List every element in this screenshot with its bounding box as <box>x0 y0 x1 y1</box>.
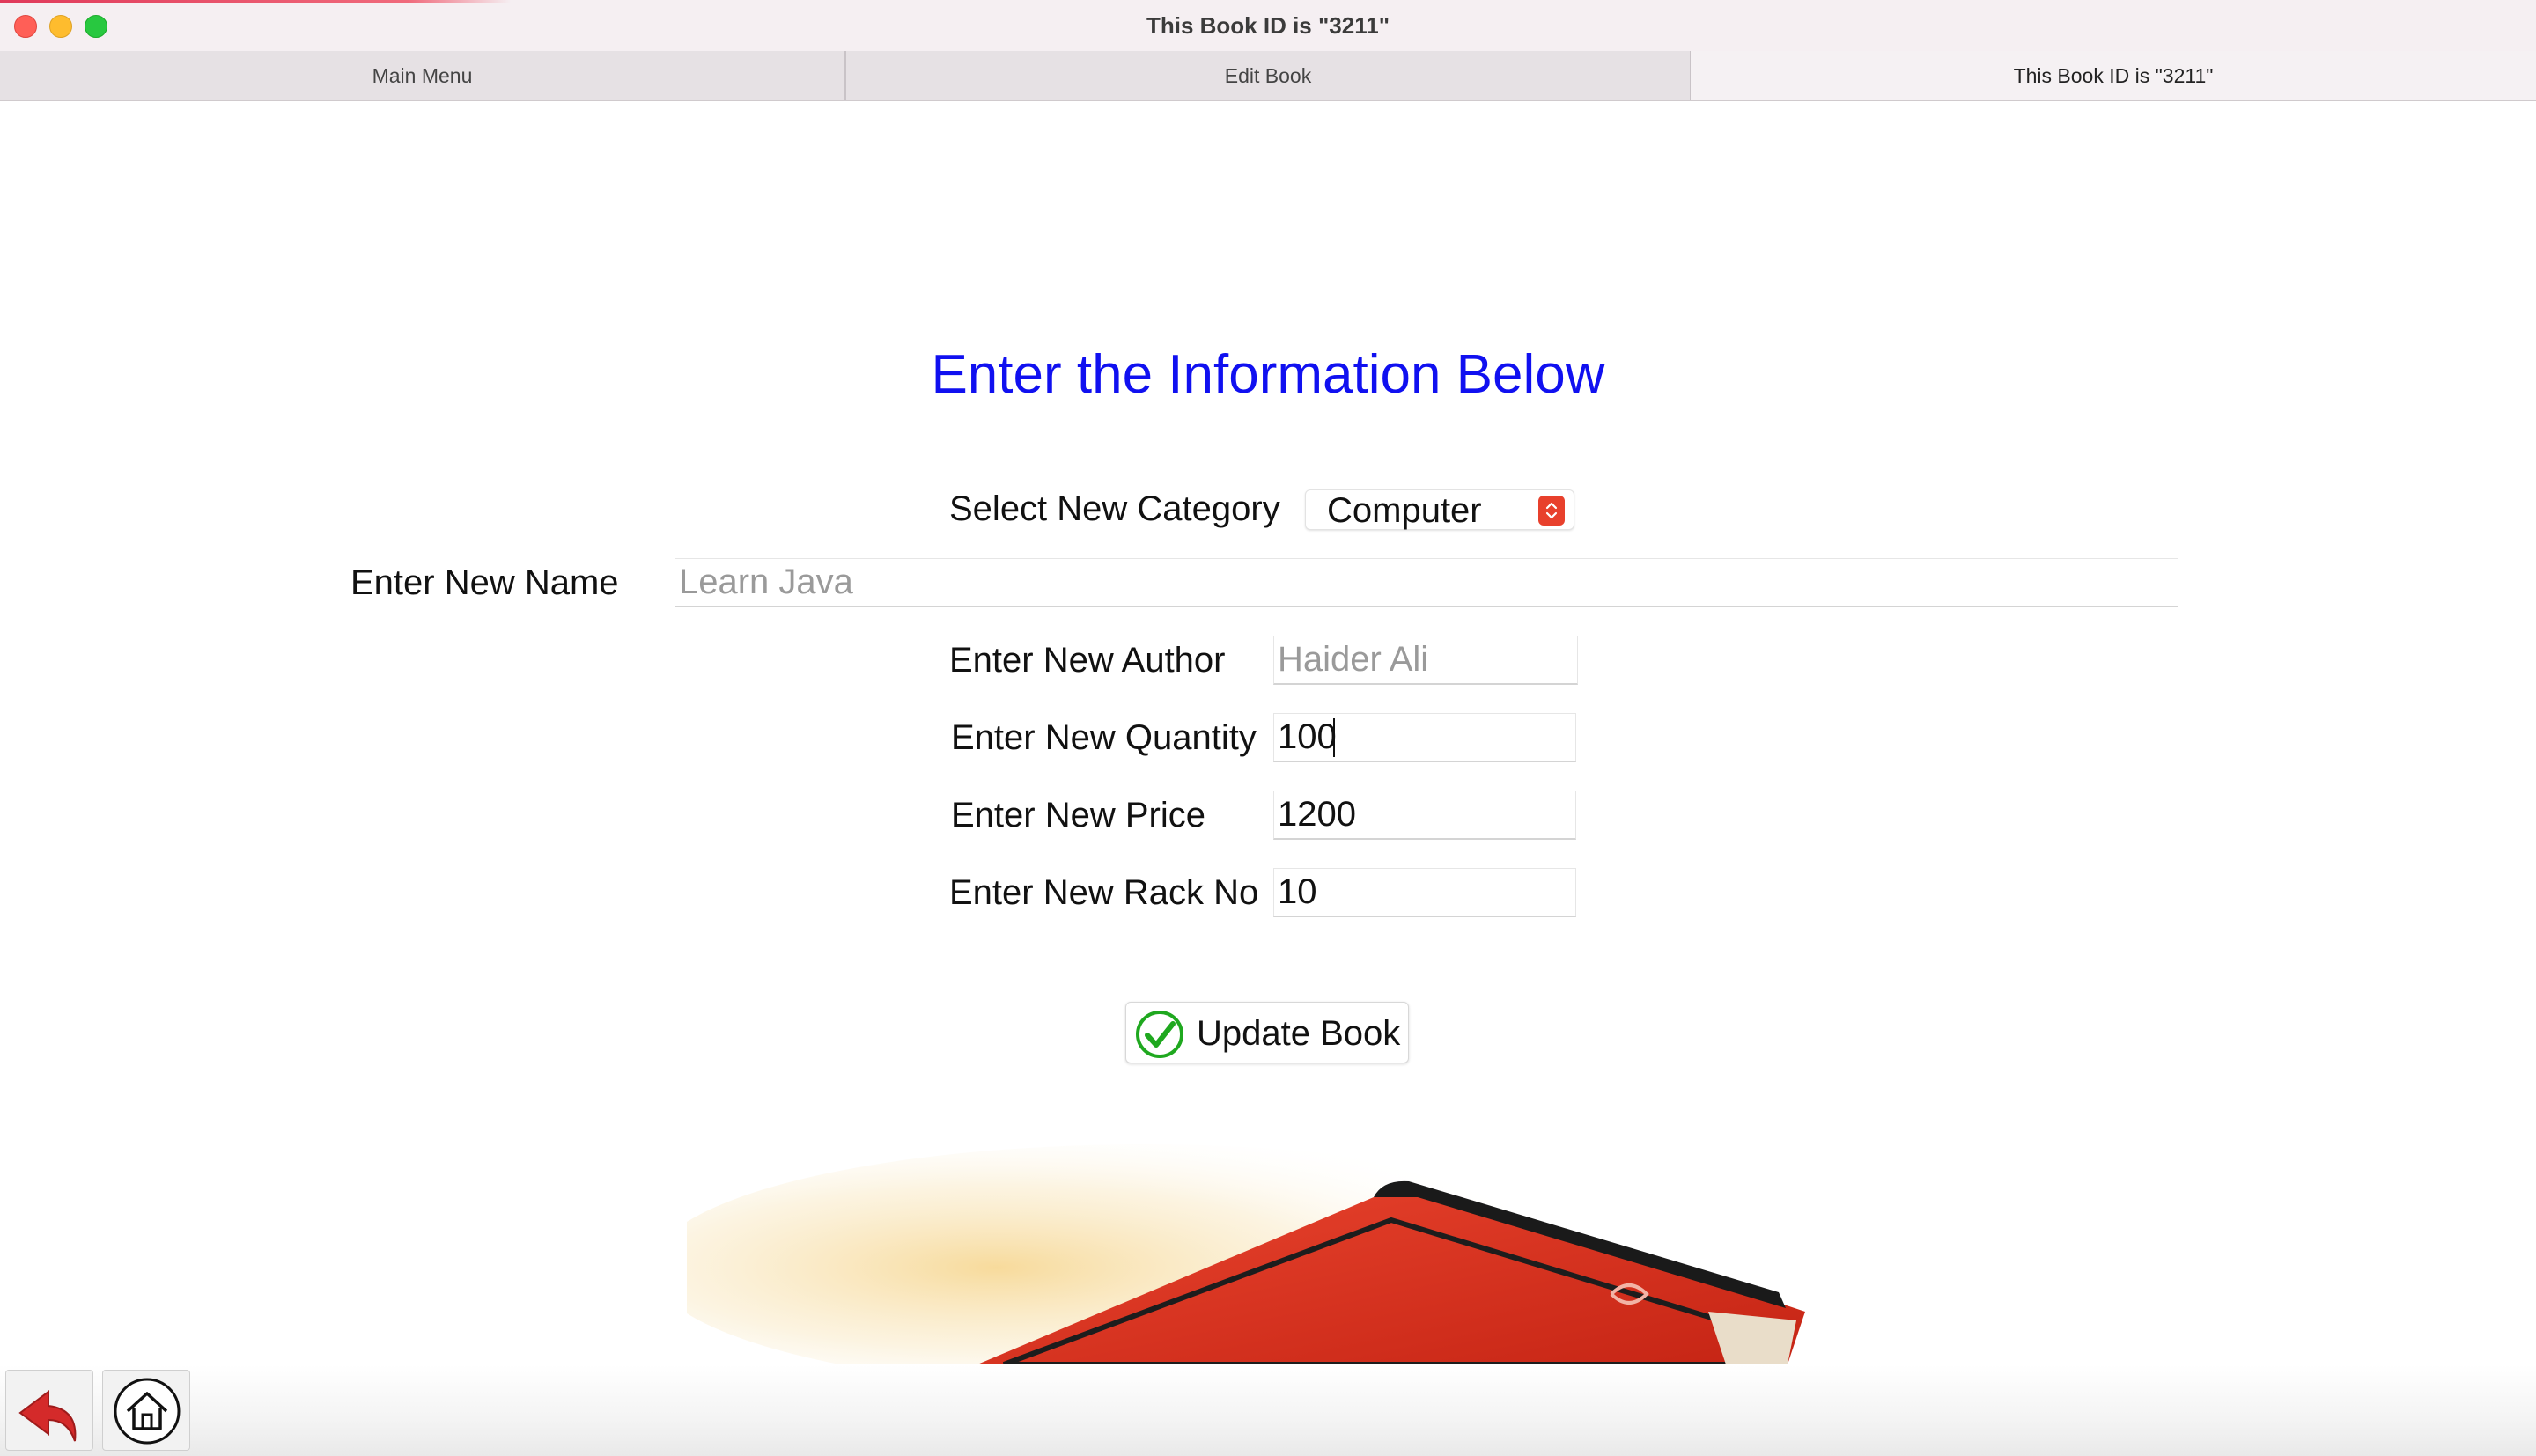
quantity-label: Enter New Quantity <box>951 718 1257 757</box>
category-select-value: Computer <box>1327 491 1482 530</box>
update-book-label: Update Book <box>1197 1014 1401 1053</box>
price-label: Enter New Price <box>951 796 1205 835</box>
bottom-bar <box>0 1364 2536 1456</box>
price-input[interactable] <box>1273 791 1576 840</box>
name-input[interactable] <box>675 558 2178 607</box>
rack-label: Enter New Rack No <box>949 873 1259 912</box>
category-select[interactable]: Computer <box>1305 489 1574 530</box>
home-button[interactable] <box>102 1370 190 1451</box>
tab-bar: Main Menu Edit Book This Book ID is "321… <box>0 51 2536 101</box>
name-label: Enter New Name <box>350 563 619 602</box>
author-input[interactable] <box>1273 636 1578 685</box>
back-button[interactable] <box>5 1370 93 1451</box>
window-title: This Book ID is "3211" <box>1146 12 1390 39</box>
select-chevron-updown-icon <box>1538 496 1565 526</box>
title-bar: This Book ID is "3211" <box>0 0 2536 52</box>
author-label: Enter New Author <box>949 641 1226 680</box>
tab-edit-book[interactable]: Edit Book <box>845 51 1691 100</box>
update-book-button[interactable]: Update Book <box>1125 1002 1409 1063</box>
category-label: Select New Category <box>949 489 1280 528</box>
rack-input[interactable] <box>1273 868 1576 917</box>
quantity-input[interactable] <box>1273 713 1576 762</box>
form-heading: Enter the Information Below <box>931 344 1605 405</box>
tab-main-menu[interactable]: Main Menu <box>0 51 845 100</box>
book-illustration <box>652 1136 1867 1391</box>
app-window: This Book ID is "3211" Main Menu Edit Bo… <box>0 0 2536 1456</box>
text-caret <box>1333 718 1335 757</box>
check-circle-icon <box>1135 1010 1184 1063</box>
tab-book-id[interactable]: This Book ID is "3211" <box>1691 51 2536 100</box>
